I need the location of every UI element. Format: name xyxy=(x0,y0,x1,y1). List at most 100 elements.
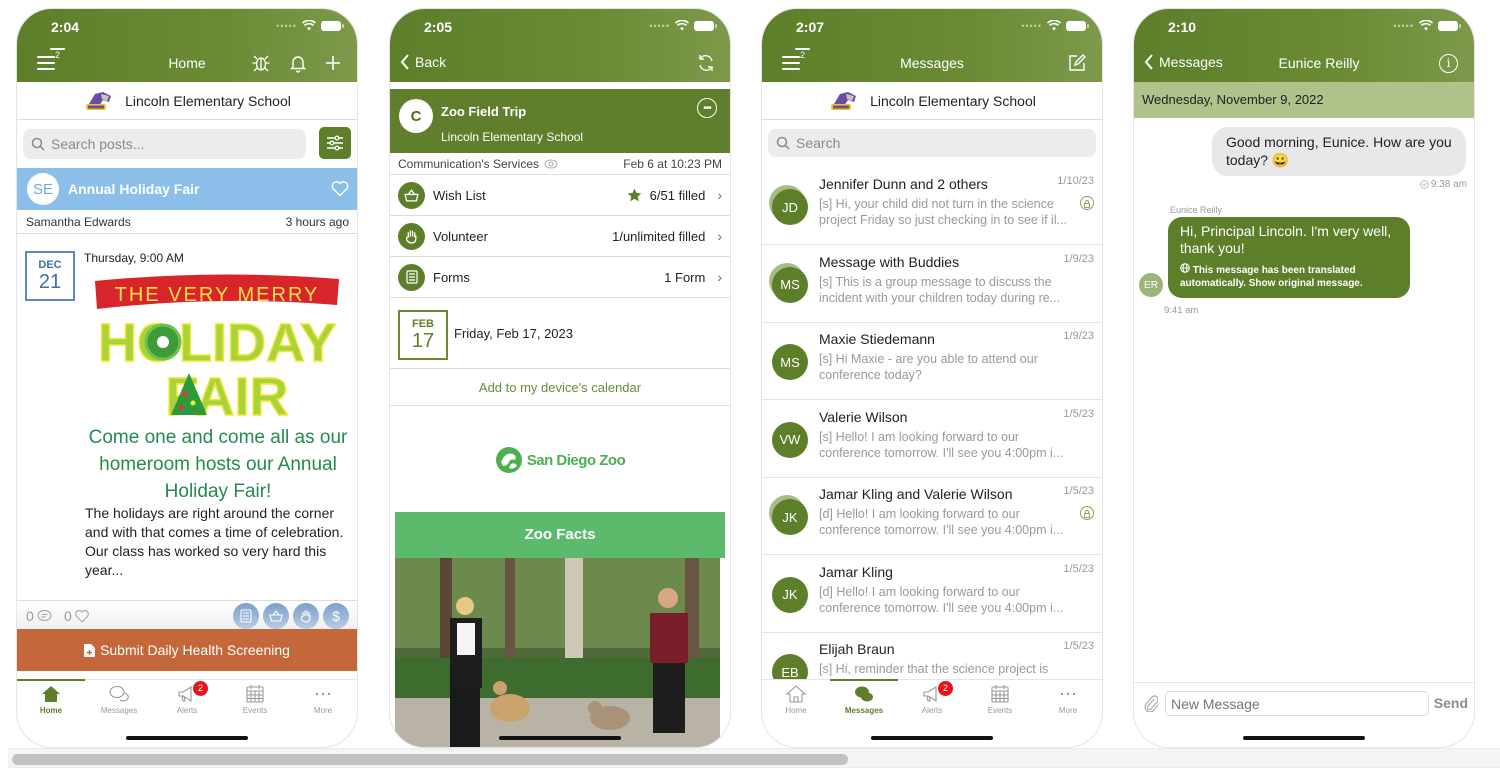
art-line1-text: HOLIDAY xyxy=(98,313,336,373)
zoo-facts-banner[interactable]: Zoo Facts xyxy=(395,512,725,558)
basket-icon xyxy=(398,181,425,209)
more-options-button[interactable]: ••• xyxy=(697,98,717,118)
thread-preview: [s] Hello! I am looking forward to our c… xyxy=(819,429,1064,460)
filter-button[interactable] xyxy=(319,127,351,159)
translation-notice[interactable]: This message has been translated automat… xyxy=(1180,263,1398,290)
chevron-right-icon: › xyxy=(717,187,722,203)
screen-messages: 2:07 ••••• 2 Messages Lincoln Elementary… xyxy=(761,8,1103,748)
mustang-mascot-logo xyxy=(86,91,112,110)
tab-home[interactable]: Home xyxy=(17,684,85,715)
home-icon xyxy=(42,686,60,702)
info-icon[interactable]: i xyxy=(1439,54,1458,73)
outgoing-message[interactable]: Good morning, Eunice. How are you today?… xyxy=(1212,127,1466,176)
thread-name: Valerie Wilson xyxy=(819,408,908,425)
calendar-icon xyxy=(991,685,1009,703)
wish-list-basket-icon[interactable] xyxy=(263,603,289,629)
avatar: EB xyxy=(772,654,808,679)
event-date-box: DEC 21 xyxy=(25,251,75,301)
message-composer: Send xyxy=(1134,682,1474,724)
new-message-input[interactable] xyxy=(1165,691,1429,716)
signal-dots-icon: ••••• xyxy=(276,20,297,31)
back-button[interactable]: Back xyxy=(400,54,446,70)
payment-dollar-icon[interactable]: $ xyxy=(323,603,349,629)
tab-bar: Home Messages Alerts 2 Events More xyxy=(762,679,1102,729)
thread-preview: [s] Hi Maxie - are you able to attend ou… xyxy=(819,352,1038,382)
comment-count[interactable]: 0 xyxy=(26,608,52,624)
screen-home: 2:04 ••••• 2 Home Lincoln Elementary Sch… xyxy=(16,8,358,748)
thread-name: Jennifer Dunn and 2 others xyxy=(819,176,988,192)
status-icons: ••••• xyxy=(1393,20,1461,31)
volunteer-row[interactable]: Volunteer 1/unlimited filled › xyxy=(390,216,730,257)
horizontal-scrollbar[interactable] xyxy=(8,748,1500,768)
tab-messages[interactable]: Messages xyxy=(830,684,898,715)
refresh-icon[interactable] xyxy=(696,53,716,73)
tab-home[interactable]: Home xyxy=(762,684,830,715)
signal-dots-icon: ••••• xyxy=(1393,20,1414,31)
tab-events[interactable]: Events xyxy=(966,684,1034,715)
scrollbar-thumb[interactable] xyxy=(12,754,848,765)
tab-bar: Home Messages Alerts 2 Events More xyxy=(17,679,357,729)
search-posts-input[interactable]: Search posts... xyxy=(23,129,306,159)
read-check-icon xyxy=(1420,180,1429,189)
message-thread-row[interactable]: JK Jamar Kling and Valerie Wilson 1/5/23 [d… xyxy=(762,477,1102,555)
thread-date: 1/5/23 xyxy=(1063,407,1094,420)
post-header[interactable]: SE Annual Holiday Fair xyxy=(17,168,357,210)
chevron-right-icon: › xyxy=(717,228,722,244)
battery-icon xyxy=(1438,20,1461,31)
post-header: C Zoo Field Trip Lincoln Elementary Scho… xyxy=(390,89,730,153)
post-meta: Samantha Edwards 3 hours ago xyxy=(17,210,357,234)
active-tab-indicator xyxy=(17,679,85,681)
message-thread-row[interactable]: MS Message with Buddies 1/9/23 [s] This is … xyxy=(762,245,1102,323)
message-thread-row[interactable]: VW Valerie Wilson 1/5/23 [s] Hello! I am lo… xyxy=(762,400,1102,478)
services-label: Communication's Services xyxy=(398,156,540,171)
school-header[interactable]: Lincoln Elementary School xyxy=(17,82,357,120)
forms-icon[interactable] xyxy=(233,603,259,629)
incoming-timestamp: 9:41 am xyxy=(1164,305,1199,316)
post-time: 3 hours ago xyxy=(285,214,349,229)
incoming-message[interactable]: Hi, Principal Lincoln. I'm very well, th… xyxy=(1168,217,1410,298)
lock-icon xyxy=(1080,506,1094,520)
eye-icon[interactable] xyxy=(544,159,558,169)
paperclip-icon[interactable] xyxy=(1142,694,1158,712)
thread-date: 1/5/23 xyxy=(1063,562,1094,575)
plus-icon[interactable] xyxy=(323,53,343,73)
battery-icon xyxy=(321,20,344,31)
send-button[interactable]: Send xyxy=(1434,695,1468,711)
forms-row[interactable]: Forms 1 Form › xyxy=(390,257,730,298)
like-count[interactable]: 0 xyxy=(64,608,90,624)
message-thread-row[interactable]: JD Jennifer Dunn and 2 others 1/10/23 [s] H… xyxy=(762,167,1102,245)
tab-messages[interactable]: Messages xyxy=(85,684,153,715)
hand-icon xyxy=(398,222,425,250)
heart-icon[interactable] xyxy=(331,180,349,197)
thread-preview: [s] Hi, reminder that the science projec… xyxy=(819,662,1049,676)
thread-date: 1/5/23 xyxy=(1063,640,1094,652)
volunteer-hand-icon[interactable] xyxy=(293,603,319,629)
tab-more[interactable]: More xyxy=(1034,684,1102,715)
message-thread-row[interactable]: JK Jamar Kling 1/5/23 [d] Hello! I am looki… xyxy=(762,555,1102,633)
submit-health-screening-button[interactable]: Submit Daily Health Screening xyxy=(17,629,357,671)
avatar: MS xyxy=(772,266,808,303)
wish-list-row[interactable]: Wish List 6/51 filled › xyxy=(390,175,730,216)
post-body: The holidays are right around the corner… xyxy=(85,505,344,578)
thread-name: Elijah Braun xyxy=(819,641,895,657)
status-icons: ••••• xyxy=(276,20,344,31)
wifi-icon xyxy=(302,20,316,31)
author-avatar: SE xyxy=(27,173,59,205)
add-to-calendar-link[interactable]: Add to my device's calendar xyxy=(390,369,730,406)
thread-name: Maxie Stiedemann xyxy=(819,331,935,347)
post-headline: Come one and come all as our homeroom ho… xyxy=(88,427,348,502)
message-thread-row[interactable]: MS Maxie Stiedemann 1/9/23 [s] Hi Maxie - a… xyxy=(762,322,1102,400)
active-tab-indicator xyxy=(830,679,898,681)
tab-events[interactable]: Events xyxy=(221,684,289,715)
bell-icon[interactable] xyxy=(288,53,308,73)
globe-icon xyxy=(1180,263,1190,273)
tab-alerts[interactable]: Alerts 2 xyxy=(153,681,221,715)
event-day: 17 xyxy=(411,330,435,352)
conversation-title: Eunice Reilly xyxy=(1278,55,1360,71)
bug-icon[interactable] xyxy=(251,53,271,73)
tab-alerts[interactable]: Alerts 2 xyxy=(898,681,966,715)
thread-preview: [d] Hello! I am looking forward to our c… xyxy=(819,507,1064,537)
event-day: 21 xyxy=(38,271,62,293)
message-thread-row[interactable]: EB Elijah Braun 1/5/23 [s] Hi, reminder tha… xyxy=(762,632,1102,679)
tab-more[interactable]: More xyxy=(289,684,357,715)
